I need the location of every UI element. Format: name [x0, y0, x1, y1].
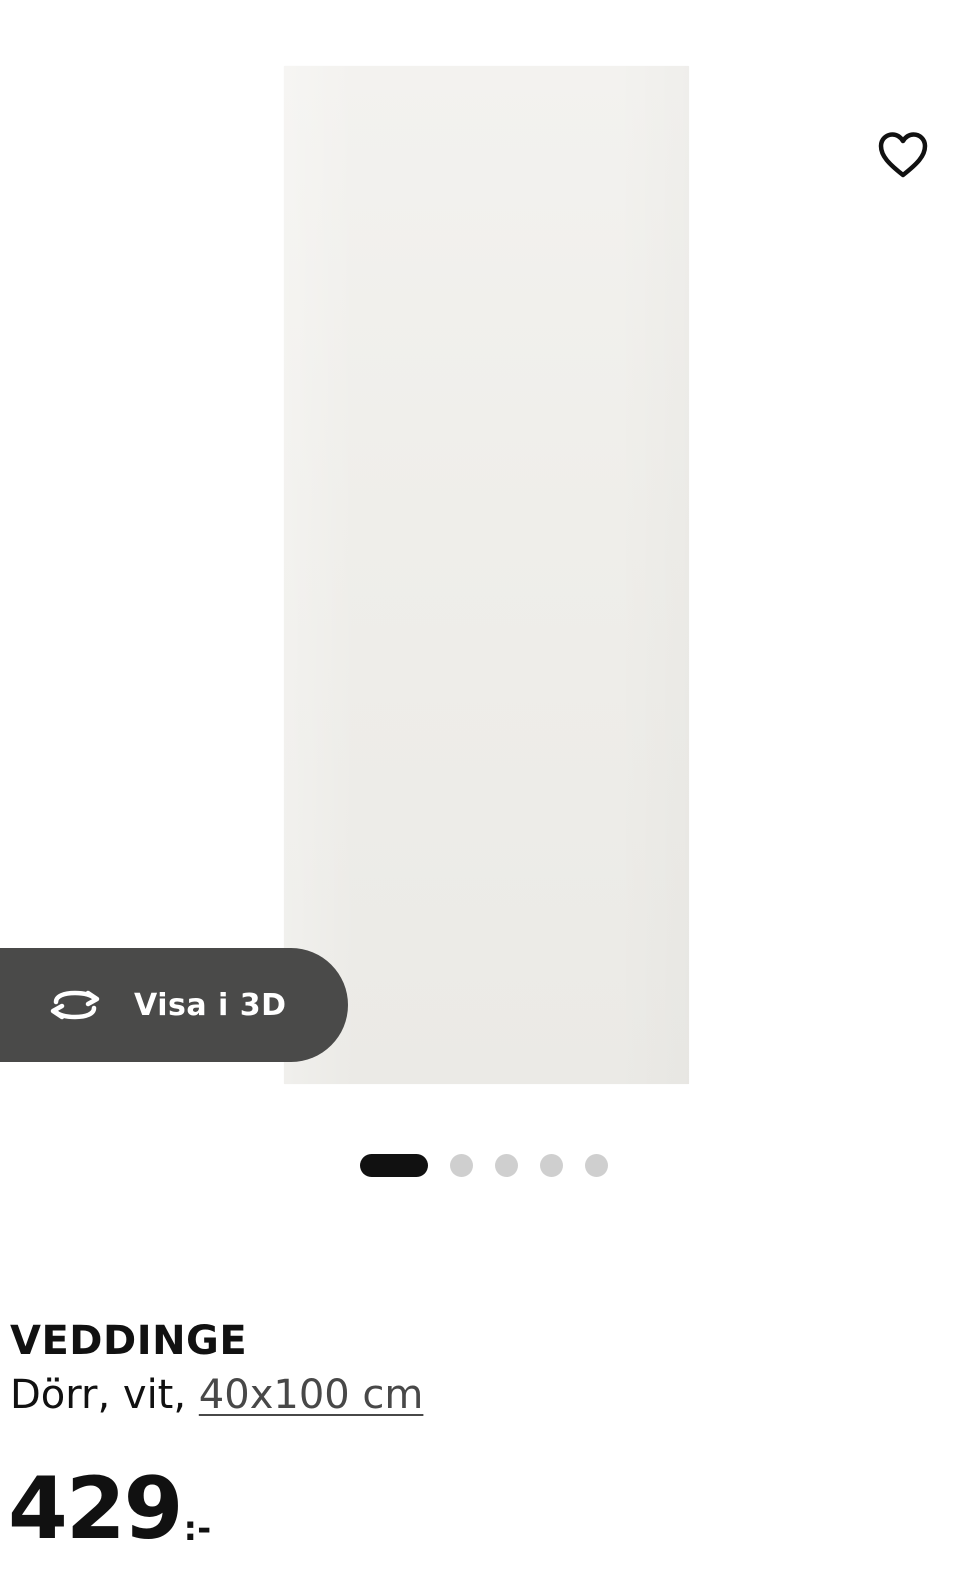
view-in-3d-button[interactable]: Visa i 3D — [0, 948, 348, 1062]
product-type-label: Dörr, vit, — [10, 1372, 199, 1418]
rotate-3d-icon — [46, 985, 104, 1025]
price-amount: 429 — [8, 1459, 184, 1559]
carousel-dot-2[interactable] — [450, 1153, 473, 1177]
product-size-link[interactable]: 40x100 cm — [199, 1372, 424, 1418]
price-currency-suffix: :- — [183, 1509, 212, 1549]
product-price: 429 :- — [8, 1466, 211, 1552]
carousel-dot-1[interactable] — [360, 1153, 428, 1177]
carousel-dot-4[interactable] — [540, 1153, 563, 1177]
image-carousel-indicator — [360, 1152, 630, 1178]
product-image[interactable] — [284, 66, 689, 1084]
view-in-3d-label: Visa i 3D — [134, 987, 287, 1023]
product-description: Dörr, vit, 40x100 cm — [10, 1372, 423, 1418]
product-name: VEDDINGE — [10, 1318, 248, 1364]
carousel-dot-5[interactable] — [585, 1153, 608, 1177]
heart-icon — [877, 131, 929, 183]
favorite-button[interactable] — [874, 128, 932, 186]
carousel-dot-3[interactable] — [495, 1153, 518, 1177]
